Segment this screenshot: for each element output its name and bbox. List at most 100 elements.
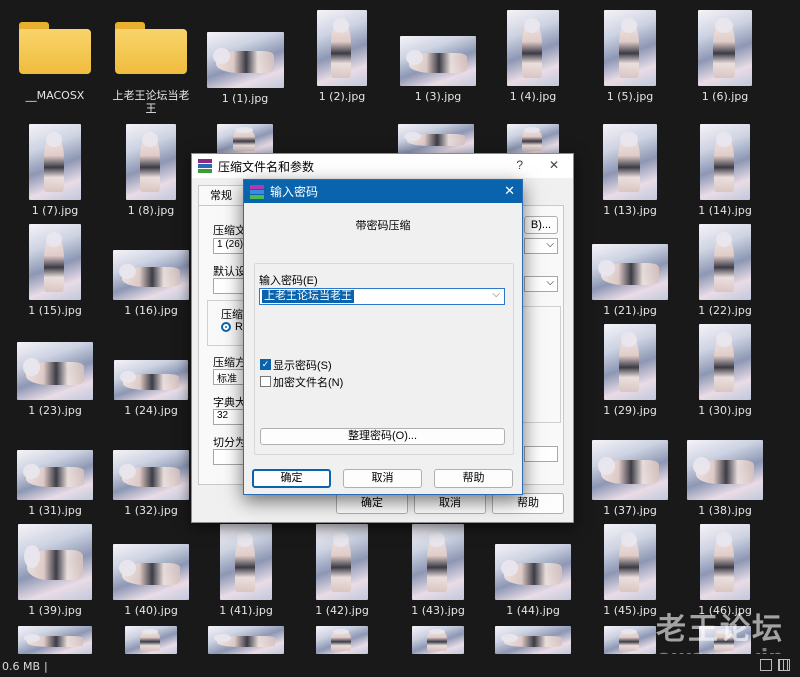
image-file-item[interactable]: 1 (32).jpg — [105, 424, 197, 517]
chevron-down-icon[interactable]: ⌵ — [492, 289, 500, 300]
help-button[interactable]: 帮助 — [434, 469, 513, 488]
image-file-item[interactable]: 1 (39).jpg — [9, 524, 101, 617]
file-name: 1 (40).jpg — [124, 604, 178, 617]
image-file-item[interactable]: 1 (8).jpg — [105, 124, 197, 217]
status-bar: 0.6 MB | — [0, 654, 800, 677]
password-input[interactable]: 上老王论坛当老王 ⌵ — [259, 288, 505, 305]
image-file-item[interactable]: 1 (30).jpg — [679, 324, 771, 417]
browse-button[interactable]: B)... — [524, 216, 558, 234]
help-icon[interactable]: ? — [516, 158, 523, 172]
image-file-item[interactable]: 1 (37).jpg — [584, 424, 676, 517]
image-thumbnail — [29, 224, 81, 300]
chevron-down-icon: ⌵ — [546, 277, 554, 288]
image-file-item[interactable]: 1 (6).jpg — [679, 10, 771, 103]
folder-item[interactable]: 上老王论坛当老王 — [105, 6, 197, 115]
dialog-title: 压缩文件名和参数 — [218, 159, 315, 174]
image-file-item[interactable]: 1 (24).jpg — [105, 324, 197, 417]
file-name: 1 (16).jpg — [124, 304, 178, 317]
show-password-checkbox[interactable]: ✓ — [260, 359, 271, 370]
file-name: 1 (29).jpg — [603, 404, 657, 417]
compression-method-label: 压缩方 — [213, 357, 246, 369]
image-thumbnail — [29, 124, 81, 200]
file-name: 1 (30).jpg — [698, 404, 752, 417]
image-file-item[interactable]: 1 (43).jpg — [392, 524, 484, 617]
image-file-item[interactable]: 1 (4).jpg — [487, 10, 579, 103]
folder-item[interactable]: __MACOSX — [9, 6, 101, 102]
encrypt-names-label: 加密文件名(N) — [273, 377, 344, 389]
image-thumbnail — [700, 124, 750, 200]
image-file-item[interactable]: 1 (21).jpg — [584, 224, 676, 317]
file-name: 1 (7).jpg — [31, 204, 79, 217]
cancel-button[interactable]: 取消 — [343, 469, 422, 488]
file-name: 1 (14).jpg — [698, 204, 752, 217]
image-file-item[interactable]: 1 (14).jpg — [679, 124, 771, 217]
image-thumbnail — [217, 124, 273, 154]
image-thumbnail — [113, 250, 189, 300]
image-file-item[interactable]: 1 (22).jpg — [679, 224, 771, 317]
image-file-item[interactable]: 1 (44).jpg — [487, 524, 579, 617]
dictionary-label: 字典大 — [213, 397, 246, 409]
tab-general[interactable]: 常规 — [198, 185, 244, 206]
watermark-title: 老王论坛 — [656, 612, 784, 647]
organize-passwords-button[interactable]: 整理密码(O)... — [260, 428, 505, 445]
image-thumbnail — [507, 10, 559, 86]
split-field-right[interactable] — [524, 446, 558, 462]
image-thumbnail — [700, 524, 750, 600]
image-thumbnail — [114, 360, 188, 400]
chevron-down-icon: ⌵ — [546, 239, 554, 250]
ok-button[interactable]: 确定 — [252, 469, 331, 488]
image-file-item[interactable]: 1 (42).jpg — [296, 524, 388, 617]
image-file-item[interactable]: 1 (31).jpg — [9, 424, 101, 517]
image-thumbnail — [18, 524, 92, 600]
image-file-item[interactable]: 1 (5).jpg — [584, 10, 676, 103]
image-thumbnail — [687, 440, 763, 500]
image-file-item[interactable]: 1 (7).jpg — [9, 124, 101, 217]
cancel-button[interactable]: 取消 — [414, 493, 486, 514]
dialog-titlebar: 压缩文件名和参数 ? ✕ — [192, 154, 573, 178]
image-thumbnail — [412, 626, 464, 654]
close-icon[interactable]: ✕ — [549, 158, 559, 172]
image-file-item[interactable]: 1 (23).jpg — [9, 324, 101, 417]
image-thumbnail — [699, 324, 751, 400]
ok-button[interactable]: 确定 — [336, 493, 408, 514]
split-label: 切分为 — [213, 437, 246, 449]
password-dialog: 输入密码 ✕ 带密码压缩 输入密码(E) 上老王论坛当老王 ⌵ ✓ 显示密码(S… — [243, 179, 523, 495]
image-thumbnail — [316, 524, 368, 600]
details-view-icon[interactable] — [760, 659, 772, 671]
image-file-item[interactable]: 1 (29).jpg — [584, 324, 676, 417]
radio-rar[interactable] — [221, 322, 231, 332]
image-thumbnail — [17, 450, 93, 500]
image-file-item[interactable]: 1 (16).jpg — [105, 224, 197, 317]
thumbnail-view-icon[interactable] — [778, 659, 790, 671]
image-file-item[interactable]: 1 (41).jpg — [200, 524, 292, 617]
file-name: 1 (24).jpg — [124, 404, 178, 417]
profile-dropdown[interactable]: ⌵ — [524, 276, 558, 292]
file-name: 1 (22).jpg — [698, 304, 752, 317]
image-file-item[interactable]: 1 (38).jpg — [679, 424, 771, 517]
image-file-item[interactable]: 1 (3).jpg — [392, 10, 484, 103]
image-file-item[interactable]: 1 (1).jpg — [199, 10, 291, 105]
encrypt-names-checkbox[interactable] — [260, 376, 271, 387]
image-file-item — [390, 124, 482, 154]
image-thumbnail — [495, 544, 571, 600]
file-name: 1 (6).jpg — [701, 90, 749, 103]
password-value: 上老王论坛当老王 — [262, 290, 354, 303]
image-file-item[interactable]: 1 (15).jpg — [9, 224, 101, 317]
radio-rar-label: R — [235, 321, 243, 333]
image-thumbnail — [507, 124, 559, 154]
help-button[interactable]: 帮助 — [492, 493, 564, 514]
image-thumbnail — [208, 626, 284, 654]
options-group — [519, 306, 561, 423]
close-icon[interactable]: ✕ — [504, 183, 515, 199]
image-file-item[interactable]: 1 (13).jpg — [584, 124, 676, 217]
status-separator: | — [44, 660, 48, 673]
archive-name-label: 压缩文 — [213, 225, 246, 237]
selection-size: 0.6 MB — [2, 660, 41, 673]
image-file-item[interactable]: 1 (2).jpg — [296, 10, 388, 103]
file-name: 1 (2).jpg — [318, 90, 366, 103]
file-name: 1 (43).jpg — [411, 604, 465, 617]
image-thumbnail — [604, 524, 656, 600]
image-file-item[interactable]: 1 (40).jpg — [105, 524, 197, 617]
archive-name-dropdown[interactable]: ⌵ — [524, 238, 558, 254]
image-thumbnail — [125, 626, 177, 654]
